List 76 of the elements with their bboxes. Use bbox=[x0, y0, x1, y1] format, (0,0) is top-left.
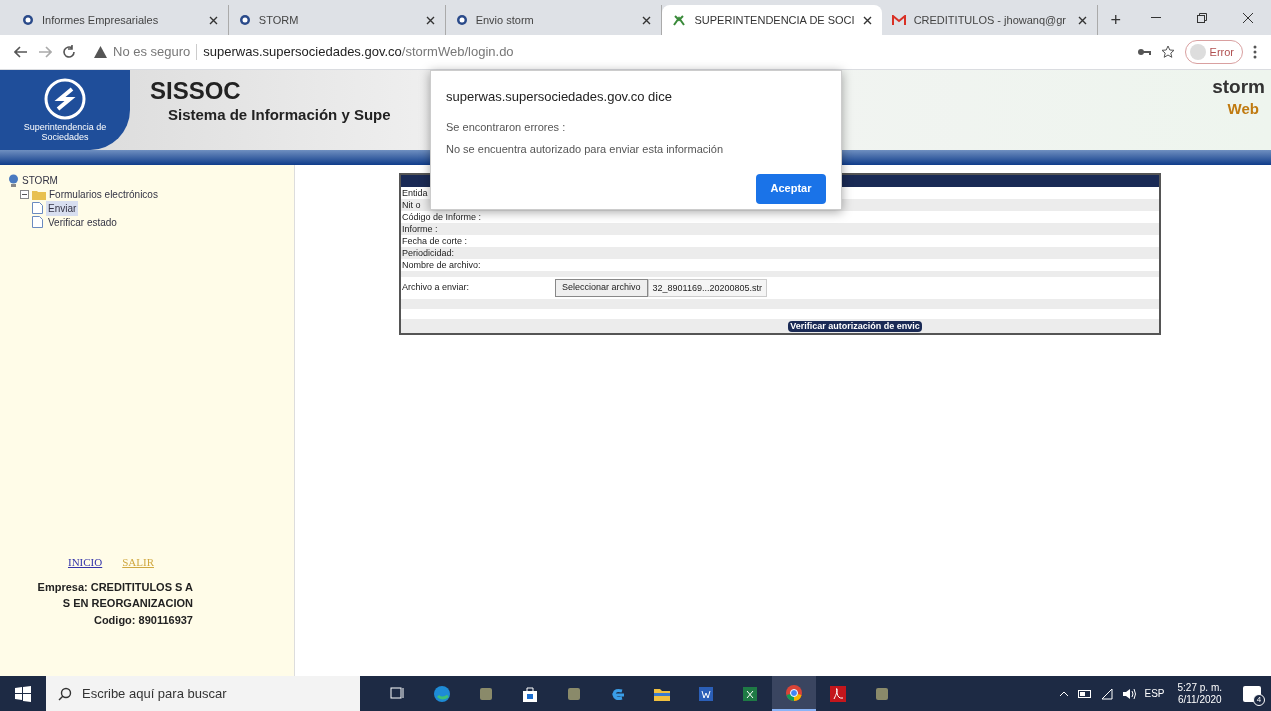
folder-icon bbox=[32, 188, 46, 200]
word-icon bbox=[697, 684, 715, 703]
acrobat-icon bbox=[829, 684, 847, 703]
computer-icon bbox=[8, 173, 19, 187]
field-label: Nit o bbox=[402, 200, 421, 210]
tree-item[interactable]: Verificar estado bbox=[46, 214, 119, 230]
field-label: Código de Informe : bbox=[402, 212, 482, 222]
collapse-icon[interactable] bbox=[20, 189, 29, 199]
field-label: Fecha de corte : bbox=[402, 236, 468, 246]
logo-text: Superintendencia de Sociedades bbox=[22, 122, 108, 142]
close-icon[interactable] bbox=[1243, 12, 1253, 23]
verify-button[interactable]: Verificar autorización de envic bbox=[788, 320, 922, 332]
logo-icon bbox=[44, 78, 86, 120]
close-icon[interactable] bbox=[642, 15, 652, 25]
back-icon[interactable] bbox=[14, 45, 28, 59]
notification-count: 4 bbox=[1253, 693, 1265, 706]
star-icon[interactable] bbox=[1160, 45, 1175, 59]
mail-icon bbox=[891, 15, 906, 25]
new-tab-button[interactable]: + bbox=[1098, 5, 1133, 35]
close-icon[interactable] bbox=[425, 15, 435, 25]
chevron-up-icon[interactable] bbox=[1058, 690, 1069, 697]
start-icon[interactable] bbox=[15, 685, 31, 702]
search-field[interactable]: Escribe aquí para buscar bbox=[82, 683, 342, 704]
avatar-icon bbox=[1189, 44, 1206, 60]
globe-icon bbox=[22, 14, 34, 26]
choose-file-button[interactable]: Seleccionar archivo bbox=[555, 279, 648, 297]
accept-button[interactable]: Aceptar bbox=[756, 173, 826, 204]
globe-icon bbox=[455, 14, 468, 26]
excel-icon bbox=[741, 684, 759, 703]
brand-name: storm bbox=[1212, 76, 1265, 98]
field-label: Archivo a enviar: bbox=[402, 281, 471, 295]
company-info: Codigo: 890116937 bbox=[93, 612, 193, 628]
system-title: SISSOC bbox=[150, 78, 242, 104]
search-box[interactable]: Escribe aquí para buscar bbox=[46, 676, 360, 711]
language-indicator[interactable]: ESP bbox=[1144, 686, 1165, 701]
wifi-icon[interactable] bbox=[1100, 687, 1113, 700]
field-label: Nombre de archivo: bbox=[402, 260, 481, 270]
document-icon bbox=[32, 202, 43, 214]
security-label: No es seguro bbox=[113, 43, 191, 62]
dialog-message: Se encontraron errores : bbox=[446, 119, 567, 135]
restore-icon[interactable] bbox=[1197, 12, 1207, 23]
speaker-icon[interactable] bbox=[1121, 687, 1136, 700]
close-icon[interactable] bbox=[862, 15, 872, 25]
tree-item[interactable]: Enviar bbox=[46, 200, 79, 216]
tree-item[interactable]: STORM bbox=[22, 172, 58, 188]
leaf-icon bbox=[672, 14, 687, 26]
chrome-icon bbox=[785, 683, 803, 702]
system-subtitle: Sistema de Información y Supe bbox=[167, 105, 391, 125]
brand-suffix: Web bbox=[1227, 99, 1260, 119]
browser-tab[interactable]: SUPERINTENDENCIA DE SOCI bbox=[662, 5, 882, 35]
field-label: Entida bbox=[402, 188, 428, 198]
dialog-message: No se encuentra autorizado para enviar esta información bbox=[446, 142, 724, 157]
company-info: Empresa: CREDITITULOS S A bbox=[37, 579, 193, 595]
close-icon[interactable] bbox=[1078, 15, 1088, 25]
tree-item[interactable]: Formularios electrónicos bbox=[49, 186, 158, 202]
url-text: superwas.supersociedades.gov.co/stormWeb/login.do bbox=[203, 43, 514, 62]
menu-icon[interactable] bbox=[1253, 45, 1257, 59]
field-label: Informe : bbox=[402, 224, 438, 234]
nav-link[interactable]: INICIO bbox=[68, 554, 103, 571]
field-label: Periodicidad: bbox=[402, 248, 455, 258]
key-icon[interactable] bbox=[1136, 47, 1151, 57]
dialog-title: superwas.supersociedades.gov.co dice bbox=[446, 88, 673, 106]
clock[interactable]: 5:27 p. m. 6/11/2020 bbox=[1173, 681, 1226, 706]
minimize-icon[interactable] bbox=[1151, 16, 1161, 19]
document-icon bbox=[32, 216, 43, 228]
battery-icon[interactable] bbox=[1077, 689, 1092, 698]
edge-icon bbox=[433, 684, 451, 703]
shopping-bag-icon bbox=[521, 684, 539, 703]
reload-icon[interactable] bbox=[62, 45, 76, 59]
warning-icon bbox=[94, 46, 107, 58]
address-bar[interactable]: No es seguro superwas.supersociedades.gov.co/stormWeb/login.do bbox=[86, 39, 1127, 65]
globe-icon bbox=[238, 14, 251, 26]
file-name: 32_8901169...20200805.str bbox=[647, 279, 767, 297]
company-info: S EN REORGANIZACION bbox=[62, 596, 193, 611]
close-icon[interactable] bbox=[208, 15, 218, 25]
search-icon bbox=[58, 686, 72, 701]
